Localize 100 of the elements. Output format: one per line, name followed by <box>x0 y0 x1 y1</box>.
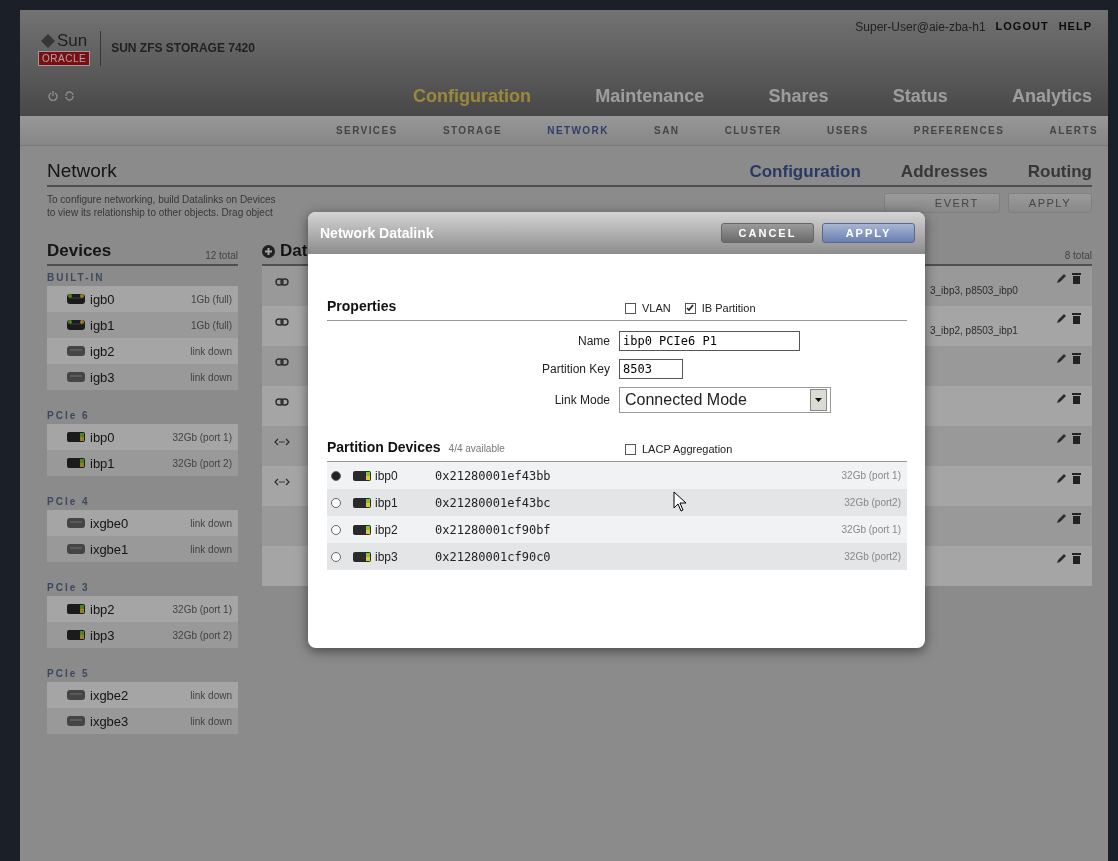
edit-icon[interactable] <box>1056 273 1067 284</box>
device-guid: 0x21280001cf90c0 <box>435 549 551 564</box>
radio-button[interactable] <box>331 470 341 481</box>
device-row[interactable]: ixgbe3 link down <box>47 708 238 734</box>
checkbox[interactable] <box>625 443 636 455</box>
subnav-tab[interactable]: STORAGE <box>442 125 502 136</box>
cancel-button[interactable]: CANCEL <box>721 223 814 243</box>
device-row[interactable]: igb3 link down <box>47 364 238 390</box>
device-row[interactable]: ixgbe2 link down <box>47 682 238 708</box>
radio-button[interactable] <box>331 497 341 508</box>
checkbox-label: LACP Aggregation <box>642 443 733 455</box>
group-label: PCIe 5 <box>47 668 91 679</box>
partition-icon <box>274 438 290 446</box>
device-speed: 32Gb (port 1) <box>841 524 901 535</box>
group-label: PCIe 3 <box>47 582 91 593</box>
device-row[interactable]: igb2 link down <box>47 338 238 364</box>
edit-icon[interactable] <box>1056 353 1067 364</box>
availability-count: 4/4 available <box>448 443 505 454</box>
nav-tab[interactable]: Configuration <box>413 85 531 107</box>
trash-icon[interactable] <box>1072 513 1081 524</box>
trash-icon[interactable] <box>1072 553 1081 564</box>
device-guid: 0x21280001ef43bb <box>435 468 551 483</box>
trash-icon[interactable] <box>1072 473 1081 484</box>
partition-icon <box>274 478 290 486</box>
card-icon <box>67 629 85 641</box>
checkbox[interactable] <box>625 302 636 314</box>
device-name: ibp3 <box>375 549 399 564</box>
radio-button[interactable] <box>331 551 341 562</box>
edit-icon[interactable] <box>1056 513 1067 524</box>
nav-tab[interactable]: Status <box>892 85 948 107</box>
input-field[interactable]: 8503 <box>619 359 683 379</box>
revert-button[interactable]: EVERT <box>883 193 1000 213</box>
device-speed: 32Gb (port2) <box>844 497 901 508</box>
power-icon[interactable] <box>48 91 58 101</box>
link-icon <box>275 278 289 286</box>
page-tab[interactable]: Addresses <box>900 162 988 182</box>
total-count: 8 total <box>1064 250 1092 261</box>
input-field[interactable]: ibp0 PCIe6 P1 <box>619 331 800 351</box>
radio-button[interactable] <box>331 524 341 535</box>
add-icon[interactable] <box>262 244 275 258</box>
card-icon <box>353 469 371 482</box>
subnav-tab[interactable]: USERS <box>827 125 869 136</box>
device-row[interactable]: igb1 1Gb (full) <box>47 312 238 338</box>
header-link[interactable]: HELP <box>1058 20 1092 32</box>
checkbox[interactable] <box>684 302 696 314</box>
edit-icon[interactable] <box>1056 313 1067 324</box>
apply-button[interactable]: APPLY <box>1007 193 1092 213</box>
refresh-icon[interactable] <box>64 91 75 101</box>
dialog-title: Network Datalink <box>320 225 434 241</box>
page-tab[interactable]: Routing <box>1027 162 1092 182</box>
edit-icon[interactable] <box>1056 393 1067 404</box>
trash-icon[interactable] <box>1072 393 1081 404</box>
card-icon <box>353 550 371 563</box>
subnav-tab[interactable]: PREFERENCES <box>913 125 1005 136</box>
device-guid: 0x21280001cf90bf <box>435 522 551 537</box>
device-row[interactable]: ixgbe1 link down <box>47 536 238 562</box>
device-row[interactable]: ibp3 32Gb (port 2) <box>47 622 238 648</box>
subnav-tab[interactable]: ALERTS <box>1049 125 1098 136</box>
device-guid: 0x21280001ef43bc <box>435 495 551 510</box>
user-name: Super-User@aie-zba-h1 <box>855 20 986 34</box>
card-icon <box>67 603 85 615</box>
product-name: SUN ZFS STORAGE 7420 <box>111 41 255 55</box>
edit-icon[interactable] <box>1056 433 1067 444</box>
group-label: BUILT-IN <box>47 272 106 283</box>
page-tab[interactable]: Configuration <box>749 162 861 182</box>
device-row[interactable]: igb0 1Gb (full) <box>47 286 238 312</box>
edit-icon[interactable] <box>1056 473 1067 484</box>
device-name: ibp1 <box>375 495 399 510</box>
nav-tab[interactable]: Maintenance <box>595 85 705 107</box>
link-mode-select[interactable]: Connected Mode <box>619 387 831 413</box>
trash-icon[interactable] <box>1072 353 1081 364</box>
card-icon <box>67 431 85 443</box>
page-title: Network <box>47 160 117 182</box>
oracle-logo: ORACLE <box>38 50 91 66</box>
trash-icon[interactable] <box>1072 273 1081 284</box>
device-speed: 32Gb (port2) <box>844 551 901 562</box>
checkbox-label: VLAN <box>642 302 671 314</box>
description-text: To configure networking, build Datalinks on Devices <box>47 193 276 206</box>
trash-icon[interactable] <box>1072 313 1081 324</box>
subnav-tab[interactable]: CLUSTER <box>724 125 782 136</box>
device-row[interactable]: ibp2 32Gb (port 1) <box>47 596 238 622</box>
subnav-tab[interactable]: NETWORK <box>547 125 609 136</box>
device-row[interactable]: ixgbe0 link down <box>47 510 238 536</box>
member-list: 3_ibp2, p8503_ibp1 <box>930 325 1056 346</box>
subnav-tab[interactable]: SAN <box>654 125 680 136</box>
device-row[interactable]: ibp1 32Gb (port 2) <box>47 450 238 476</box>
link-icon <box>275 398 289 406</box>
trash-icon[interactable] <box>1072 433 1081 444</box>
apply-button[interactable]: APPLY <box>822 223 915 243</box>
description-text: to view its relationship to other objects. Drag object <box>47 206 274 219</box>
section-title: Partition Devices <box>327 439 441 455</box>
group-label: PCIe 6 <box>47 410 91 421</box>
nav-tab[interactable]: Shares <box>768 85 829 107</box>
subnav-tab[interactable]: SERVICES <box>336 125 398 136</box>
device-row[interactable]: ibp0 32Gb (port 1) <box>47 424 238 450</box>
header-link[interactable]: LOGOUT <box>995 20 1049 32</box>
nav-tab[interactable]: Analytics <box>1011 85 1092 107</box>
field-label: Link Mode <box>553 393 610 407</box>
caret-icon <box>815 398 822 402</box>
edit-icon[interactable] <box>1056 553 1067 564</box>
